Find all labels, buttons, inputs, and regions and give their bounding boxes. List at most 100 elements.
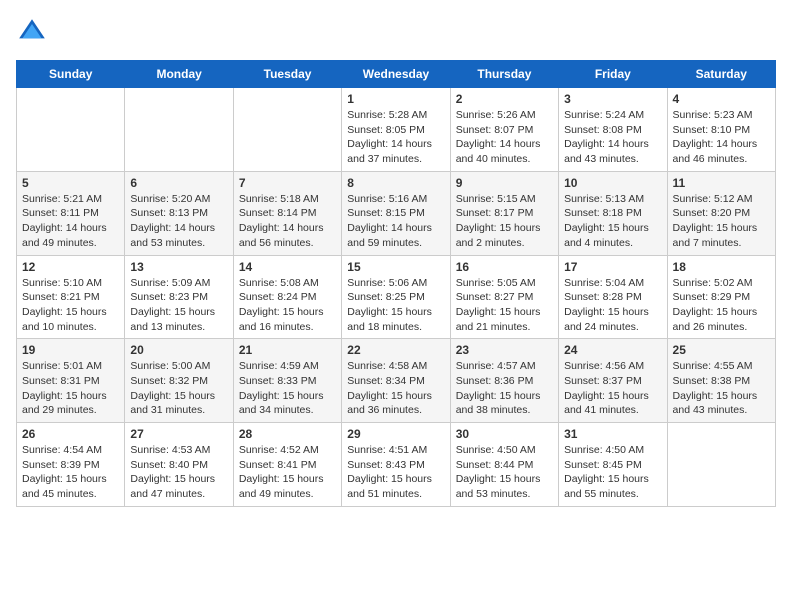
day-number: 14 [239, 260, 336, 274]
calendar-table: SundayMondayTuesdayWednesdayThursdayFrid… [16, 60, 776, 507]
calendar-cell: 25 Sunrise: 4:55 AM Sunset: 8:38 PM Dayli… [667, 339, 775, 423]
calendar-cell: 24 Sunrise: 4:56 AM Sunset: 8:37 PM Dayli… [559, 339, 667, 423]
calendar-cell: 10 Sunrise: 5:13 AM Sunset: 8:18 PM Dayli… [559, 171, 667, 255]
day-number: 15 [347, 260, 444, 274]
day-info: Sunrise: 4:51 AM Sunset: 8:43 PM Dayligh… [347, 443, 444, 502]
day-info: Sunrise: 4:52 AM Sunset: 8:41 PM Dayligh… [239, 443, 336, 502]
day-info: Sunrise: 5:28 AM Sunset: 8:05 PM Dayligh… [347, 108, 444, 167]
day-info: Sunrise: 4:50 AM Sunset: 8:45 PM Dayligh… [564, 443, 661, 502]
calendar-cell: 20 Sunrise: 5:00 AM Sunset: 8:32 PM Dayli… [125, 339, 233, 423]
day-info: Sunrise: 4:50 AM Sunset: 8:44 PM Dayligh… [456, 443, 553, 502]
day-number: 29 [347, 427, 444, 441]
calendar-cell: 18 Sunrise: 5:02 AM Sunset: 8:29 PM Dayli… [667, 255, 775, 339]
col-header-sunday: Sunday [17, 61, 125, 88]
day-info: Sunrise: 4:56 AM Sunset: 8:37 PM Dayligh… [564, 359, 661, 418]
day-number: 4 [673, 92, 770, 106]
calendar-cell: 23 Sunrise: 4:57 AM Sunset: 8:36 PM Dayli… [450, 339, 558, 423]
day-info: Sunrise: 4:54 AM Sunset: 8:39 PM Dayligh… [22, 443, 119, 502]
calendar-cell: 11Sunrise: 5:12 AM Sunset: 8:20 PM Dayli… [667, 171, 775, 255]
col-header-friday: Friday [559, 61, 667, 88]
day-info: Sunrise: 5:15 AM Sunset: 8:17 PM Dayligh… [456, 192, 553, 251]
day-info: Sunrise: 5:09 AM Sunset: 8:23 PM Dayligh… [130, 276, 227, 335]
day-info: Sunrise: 5:20 AM Sunset: 8:13 PM Dayligh… [130, 192, 227, 251]
day-number: 21 [239, 343, 336, 357]
day-number: 16 [456, 260, 553, 274]
calendar-cell: 1 Sunrise: 5:28 AM Sunset: 8:05 PM Daylig… [342, 88, 450, 172]
day-number: 19 [22, 343, 119, 357]
day-info: Sunrise: 5:26 AM Sunset: 8:07 PM Dayligh… [456, 108, 553, 167]
calendar-cell: 14 Sunrise: 5:08 AM Sunset: 8:24 PM Dayli… [233, 255, 341, 339]
calendar-cell: 30 Sunrise: 4:50 AM Sunset: 8:44 PM Dayli… [450, 423, 558, 507]
day-number: 27 [130, 427, 227, 441]
week-row-2: 5Sunrise: 5:21 AM Sunset: 8:11 PM Daylig… [17, 171, 776, 255]
week-row-1: 1 Sunrise: 5:28 AM Sunset: 8:05 PM Daylig… [17, 88, 776, 172]
day-number: 6 [130, 176, 227, 190]
calendar-cell: 15 Sunrise: 5:06 AM Sunset: 8:25 PM Dayli… [342, 255, 450, 339]
day-info: Sunrise: 5:18 AM Sunset: 8:14 PM Dayligh… [239, 192, 336, 251]
page-header [16, 16, 776, 48]
day-info: Sunrise: 5:01 AM Sunset: 8:31 PM Dayligh… [22, 359, 119, 418]
col-header-thursday: Thursday [450, 61, 558, 88]
calendar-cell: 2 Sunrise: 5:26 AM Sunset: 8:07 PM Daylig… [450, 88, 558, 172]
calendar-cell [17, 88, 125, 172]
day-number: 30 [456, 427, 553, 441]
day-number: 28 [239, 427, 336, 441]
calendar-cell: 12 Sunrise: 5:10 AM Sunset: 8:21 PM Dayli… [17, 255, 125, 339]
day-info: Sunrise: 5:10 AM Sunset: 8:21 PM Dayligh… [22, 276, 119, 335]
day-number: 5 [22, 176, 119, 190]
day-number: 18 [673, 260, 770, 274]
day-info: Sunrise: 5:06 AM Sunset: 8:25 PM Dayligh… [347, 276, 444, 335]
day-info: Sunrise: 5:05 AM Sunset: 8:27 PM Dayligh… [456, 276, 553, 335]
day-number: 7 [239, 176, 336, 190]
calendar-cell: 21Sunrise: 4:59 AM Sunset: 8:33 PM Dayli… [233, 339, 341, 423]
day-info: Sunrise: 4:53 AM Sunset: 8:40 PM Dayligh… [130, 443, 227, 502]
day-number: 23 [456, 343, 553, 357]
day-number: 10 [564, 176, 661, 190]
day-number: 17 [564, 260, 661, 274]
day-number: 1 [347, 92, 444, 106]
calendar-cell: 9 Sunrise: 5:15 AM Sunset: 8:17 PM Daylig… [450, 171, 558, 255]
calendar-cell: 4 Sunrise: 5:23 AM Sunset: 8:10 PM Daylig… [667, 88, 775, 172]
day-number: 26 [22, 427, 119, 441]
day-info: Sunrise: 5:04 AM Sunset: 8:28 PM Dayligh… [564, 276, 661, 335]
calendar-cell: 5Sunrise: 5:21 AM Sunset: 8:11 PM Daylig… [17, 171, 125, 255]
calendar-cell: 16 Sunrise: 5:05 AM Sunset: 8:27 PM Dayli… [450, 255, 558, 339]
calendar-cell: 29 Sunrise: 4:51 AM Sunset: 8:43 PM Dayli… [342, 423, 450, 507]
day-info: Sunrise: 4:57 AM Sunset: 8:36 PM Dayligh… [456, 359, 553, 418]
day-number: 13 [130, 260, 227, 274]
day-number: 24 [564, 343, 661, 357]
day-info: Sunrise: 5:02 AM Sunset: 8:29 PM Dayligh… [673, 276, 770, 335]
col-header-saturday: Saturday [667, 61, 775, 88]
calendar-cell: 7 Sunrise: 5:18 AM Sunset: 8:14 PM Daylig… [233, 171, 341, 255]
day-number: 20 [130, 343, 227, 357]
calendar-cell: 17 Sunrise: 5:04 AM Sunset: 8:28 PM Dayli… [559, 255, 667, 339]
day-number: 9 [456, 176, 553, 190]
calendar-cell: 19 Sunrise: 5:01 AM Sunset: 8:31 PM Dayli… [17, 339, 125, 423]
day-number: 31 [564, 427, 661, 441]
calendar-cell: 3Sunrise: 5:24 AM Sunset: 8:08 PM Daylig… [559, 88, 667, 172]
calendar-cell [125, 88, 233, 172]
day-number: 8 [347, 176, 444, 190]
day-info: Sunrise: 5:08 AM Sunset: 8:24 PM Dayligh… [239, 276, 336, 335]
calendar-cell: 22Sunrise: 4:58 AM Sunset: 8:34 PM Dayli… [342, 339, 450, 423]
week-row-4: 19 Sunrise: 5:01 AM Sunset: 8:31 PM Dayli… [17, 339, 776, 423]
day-info: Sunrise: 5:12 AM Sunset: 8:20 PM Dayligh… [673, 192, 770, 251]
day-info: Sunrise: 4:58 AM Sunset: 8:34 PM Dayligh… [347, 359, 444, 418]
day-number: 25 [673, 343, 770, 357]
calendar-cell: 8Sunrise: 5:16 AM Sunset: 8:15 PM Daylig… [342, 171, 450, 255]
calendar-cell: 27 Sunrise: 4:53 AM Sunset: 8:40 PM Dayli… [125, 423, 233, 507]
col-header-wednesday: Wednesday [342, 61, 450, 88]
day-info: Sunrise: 5:13 AM Sunset: 8:18 PM Dayligh… [564, 192, 661, 251]
week-row-3: 12 Sunrise: 5:10 AM Sunset: 8:21 PM Dayli… [17, 255, 776, 339]
day-info: Sunrise: 5:23 AM Sunset: 8:10 PM Dayligh… [673, 108, 770, 167]
day-info: Sunrise: 5:00 AM Sunset: 8:32 PM Dayligh… [130, 359, 227, 418]
day-number: 2 [456, 92, 553, 106]
week-row-5: 26 Sunrise: 4:54 AM Sunset: 8:39 PM Dayli… [17, 423, 776, 507]
col-header-tuesday: Tuesday [233, 61, 341, 88]
calendar-cell [233, 88, 341, 172]
day-info: Sunrise: 4:55 AM Sunset: 8:38 PM Dayligh… [673, 359, 770, 418]
logo [16, 16, 52, 48]
col-header-monday: Monday [125, 61, 233, 88]
calendar-cell: 6 Sunrise: 5:20 AM Sunset: 8:13 PM Daylig… [125, 171, 233, 255]
day-number: 12 [22, 260, 119, 274]
